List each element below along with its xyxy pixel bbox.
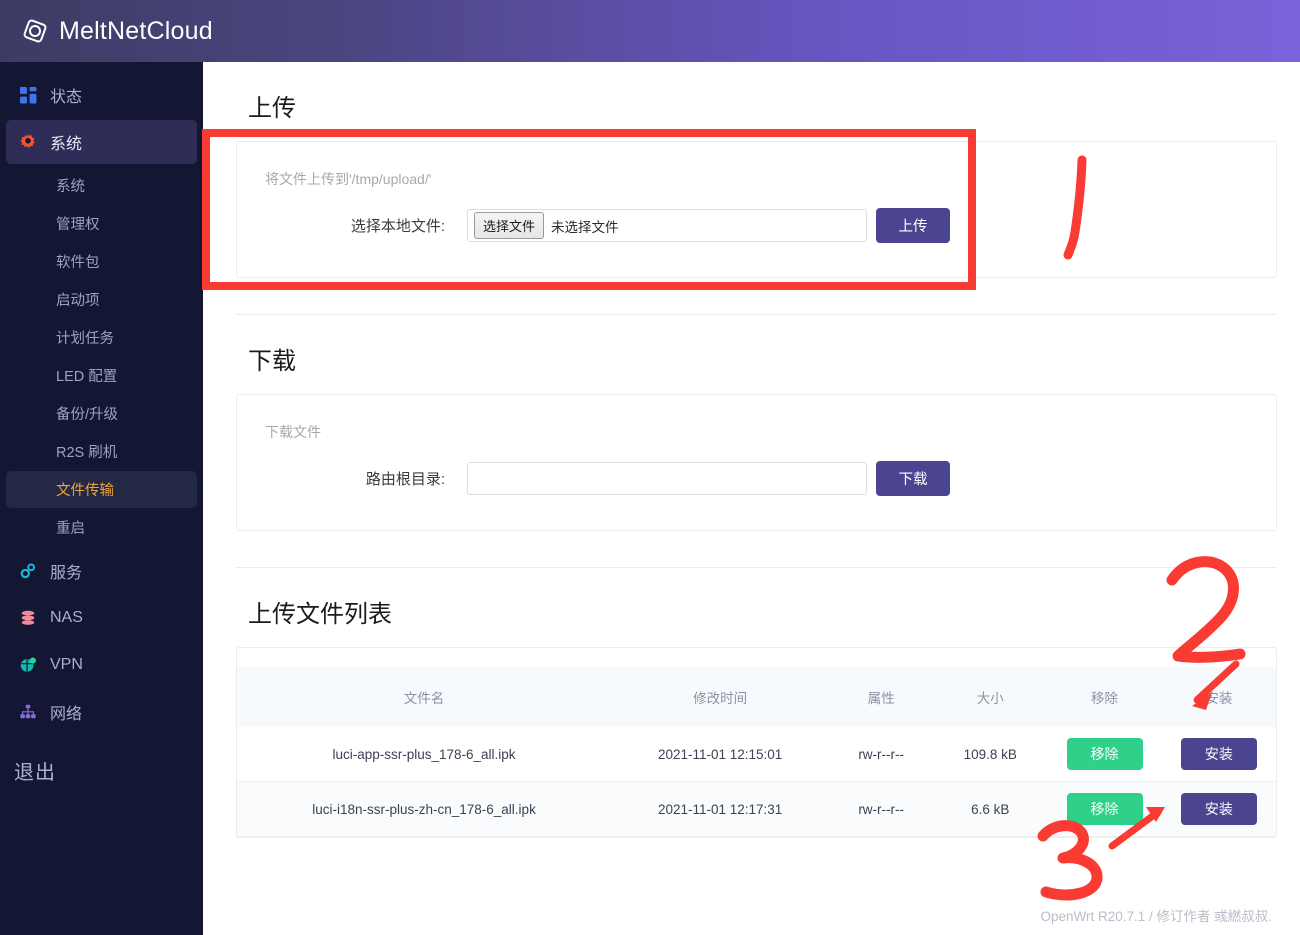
remove-button[interactable]: 移除 [1066, 738, 1143, 770]
file-input[interactable]: 选择文件 未选择文件 [467, 209, 867, 242]
upload-hint: 将文件上传到'/tmp/upload/' [265, 171, 432, 187]
upload-form-row: 选择本地文件: 选择文件 未选择文件 上传 [237, 189, 1276, 277]
sidebar-item-label: 状态 [50, 89, 83, 106]
gear-icon [6, 133, 50, 151]
logout-link[interactable]: 退出 [0, 756, 203, 785]
main-content: 上传 将文件上传到'/tmp/upload/' 选择本地文件: 选择文件 未选择… [203, 62, 1300, 935]
footer-text: OpenWrt R20.7.1 / 修订作者 彧繎叔叔. [1040, 909, 1272, 924]
cell-mtime: 2021-11-01 12:15:01 [611, 727, 830, 782]
column-header-filename: 文件名 [403, 691, 445, 706]
grid-squares-icon [6, 86, 50, 104]
sidebar-subitem-label: 备份/升级 [56, 407, 119, 423]
uploaded-files-table: 文件名 修改时间 属性 大小 移除 安装 luci-app-ssr-plus_1… [237, 667, 1276, 837]
cell-attr: rw-r--r-- [829, 727, 934, 782]
download-submit-button[interactable]: 下载 [876, 461, 950, 496]
cell-mtime: 2021-11-01 12:17:31 [611, 781, 830, 837]
top-header: MeltNetCloud [0, 0, 1300, 62]
column-header-attr: 属性 [867, 691, 895, 706]
column-header-remove: 移除 [1091, 691, 1119, 706]
sidebar: 状态 系统 系统 管理权 软件包 启动项 计划任务 LED 配置 备份/升级 R… [0, 62, 203, 935]
sidebar-item-label: NAS [50, 609, 83, 626]
column-header-size: 大小 [976, 691, 1004, 706]
cell-remove: 移除 [1047, 781, 1162, 837]
download-section-title: 下载 [248, 348, 296, 375]
sidebar-subitem-startup[interactable]: 启动项 [6, 281, 197, 318]
sidebar-subitem-packages[interactable]: 软件包 [6, 243, 197, 280]
sidebar-subitem-label: 管理权 [56, 217, 100, 233]
cell-filename: luci-i18n-ssr-plus-zh-cn_178-6_all.ipk [237, 781, 612, 837]
sidebar-subitem-label: 启动项 [56, 293, 100, 309]
table-row: luci-app-ssr-plus_178-6_all.ipk 2021-11-… [237, 727, 1276, 782]
cell-remove: 移除 [1047, 727, 1162, 782]
sidebar-subitem-label: R2S 刷机 [56, 445, 118, 461]
table-body: luci-app-ssr-plus_178-6_all.ipk 2021-11-… [237, 727, 1276, 837]
upload-section-title: 上传 [248, 95, 296, 122]
upload-panel: 将文件上传到'/tmp/upload/' 选择本地文件: 选择文件 未选择文件 … [236, 141, 1277, 278]
download-field-label: 路由根目录: [365, 471, 445, 488]
cell-attr: rw-r--r-- [829, 781, 934, 837]
choose-file-button[interactable]: 选择文件 [474, 212, 545, 239]
sidebar-subitem-system[interactable]: 系统 [6, 167, 197, 204]
remove-button[interactable]: 移除 [1066, 793, 1143, 825]
atom-logo-icon [22, 18, 48, 44]
cell-install: 安装 [1161, 727, 1276, 782]
column-header-mtime: 修改时间 [693, 691, 748, 706]
sidebar-item-label: 服务 [50, 565, 83, 582]
sidebar-subitem-admin[interactable]: 管理权 [6, 205, 197, 242]
upload-submit-button[interactable]: 上传 [876, 208, 950, 243]
sidebar-item-vpn[interactable]: VPN [6, 643, 197, 687]
table-head: 文件名 修改时间 属性 大小 移除 安装 [237, 667, 1276, 727]
column-header-install: 安装 [1205, 691, 1233, 706]
sidebar-subitem-label: 重启 [56, 521, 85, 537]
gears-icon [6, 562, 50, 580]
sidebar-subitem-backup-upgrade[interactable]: 备份/升级 [6, 395, 197, 432]
network-tree-icon [6, 703, 50, 721]
download-form-row: 路由根目录: 下载 [237, 442, 1276, 530]
sidebar-item-label: 系统 [50, 136, 83, 153]
download-hint: 下载文件 [265, 424, 321, 440]
sidebar-subitem-label: 文件传输 [56, 483, 114, 499]
sidebar-subitem-reboot[interactable]: 重启 [6, 509, 197, 546]
file-name-display: 未选择文件 [551, 219, 619, 235]
filelist-section-title: 上传文件列表 [248, 601, 392, 628]
install-button[interactable]: 安装 [1180, 738, 1257, 770]
table-header-row: 文件名 修改时间 属性 大小 移除 安装 [237, 667, 1276, 727]
sidebar-item-network[interactable]: 网络 [6, 690, 197, 734]
sidebar-subitem-led-config[interactable]: LED 配置 [6, 357, 197, 394]
install-button[interactable]: 安装 [1180, 793, 1257, 825]
sidebar-subitem-label: LED 配置 [56, 369, 118, 385]
sidebar-item-status[interactable]: 状态 [6, 73, 197, 117]
cell-size: 6.6 kB [933, 781, 1048, 837]
table-row: luci-i18n-ssr-plus-zh-cn_178-6_all.ipk 2… [237, 781, 1276, 837]
sidebar-subitem-label: 软件包 [56, 255, 100, 271]
sidebar-subitem-file-transfer[interactable]: 文件传输 [6, 471, 197, 508]
cell-filename: luci-app-ssr-plus_178-6_all.ipk [237, 727, 612, 782]
sidebar-item-nas[interactable]: NAS [6, 596, 197, 640]
brand[interactable]: MeltNetCloud [0, 17, 213, 46]
sidebar-subitem-label: 系统 [56, 179, 85, 195]
app-root: MeltNetCloud 状态 系统 系统 管理权 软件包 启动项 计划任务 L… [0, 0, 1300, 935]
sidebar-item-services[interactable]: 服务 [6, 549, 197, 593]
sidebar-subitem-r2s-flash[interactable]: R2S 刷机 [6, 433, 197, 470]
brand-title: MeltNetCloud [59, 16, 213, 45]
sidebar-item-system[interactable]: 系统 [6, 120, 197, 164]
download-panel: 下载文件 路由根目录: 下载 [236, 394, 1277, 531]
filelist-panel: 文件名 修改时间 属性 大小 移除 安装 luci-app-ssr-plus_1… [236, 647, 1277, 838]
sidebar-subitem-label: 计划任务 [56, 331, 114, 347]
database-icon [6, 609, 50, 627]
upload-field-label: 选择本地文件: [350, 218, 445, 235]
cell-install: 安装 [1161, 781, 1276, 837]
sidebar-item-label: 网络 [50, 706, 83, 723]
sidebar-item-label: VPN [50, 656, 83, 673]
download-path-input[interactable] [467, 462, 867, 495]
globe-shield-icon [6, 656, 50, 674]
cell-size: 109.8 kB [933, 727, 1048, 782]
sidebar-subitem-scheduled-tasks[interactable]: 计划任务 [6, 319, 197, 356]
